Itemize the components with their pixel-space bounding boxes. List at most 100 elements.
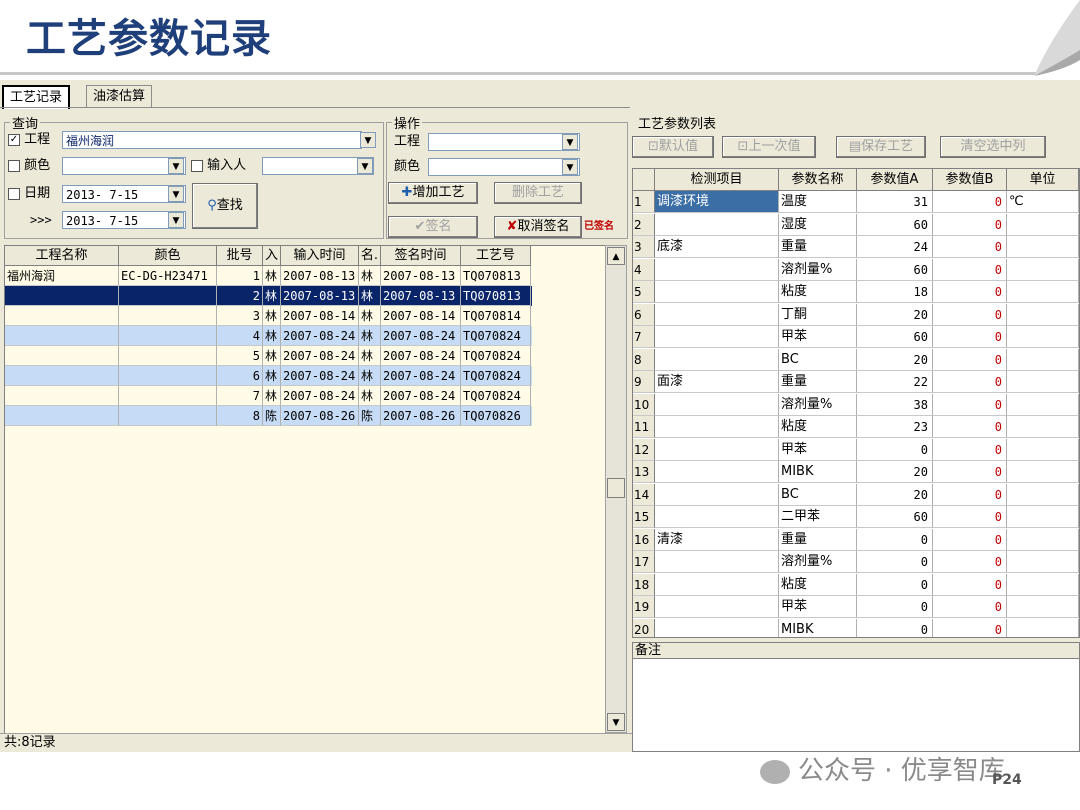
param-cell[interactable] bbox=[655, 213, 779, 236]
param-cell[interactable]: 0 bbox=[933, 483, 1007, 506]
table-row[interactable]: 5 林 2007-08-24 林 2007-08-24 TQ070824 bbox=[5, 346, 532, 366]
param-cell[interactable]: 清漆 bbox=[655, 528, 779, 551]
param-cell[interactable] bbox=[655, 416, 779, 438]
param-cell[interactable] bbox=[655, 393, 779, 416]
param-cell[interactable] bbox=[655, 483, 779, 506]
param-cell[interactable]: 0 bbox=[933, 438, 1007, 461]
param-cell[interactable]: 60 bbox=[857, 506, 933, 528]
param-cell[interactable] bbox=[1007, 303, 1079, 326]
param-cell[interactable] bbox=[1007, 506, 1079, 528]
param-cell[interactable]: BC bbox=[779, 483, 857, 506]
add-process-button[interactable]: ✚增加工艺 bbox=[388, 182, 478, 204]
param-cell[interactable]: 调漆环境 bbox=[655, 191, 779, 213]
param-cell[interactable]: 溶剂量% bbox=[779, 258, 857, 281]
table-row[interactable]: 4 林 2007-08-24 林 2007-08-24 TQ070824 bbox=[5, 326, 532, 346]
param-cell[interactable]: 丁酮 bbox=[779, 303, 857, 326]
param-cell[interactable] bbox=[1007, 213, 1079, 236]
param-cell[interactable]: BC bbox=[779, 348, 857, 371]
param-cell[interactable] bbox=[1007, 528, 1079, 551]
param-cell[interactable] bbox=[655, 618, 779, 637]
param-cell[interactable]: 0 bbox=[933, 213, 1007, 236]
param-cell[interactable] bbox=[655, 258, 779, 281]
param-cell[interactable]: 0 bbox=[933, 573, 1007, 596]
param-col-header[interactable]: 参数名称 bbox=[779, 169, 857, 191]
param-cell[interactable]: 0 bbox=[933, 416, 1007, 438]
param-cell[interactable]: 面漆 bbox=[655, 371, 779, 393]
param-cell[interactable]: 0 bbox=[933, 596, 1007, 618]
param-cell[interactable]: 粘度 bbox=[779, 416, 857, 438]
param-cell[interactable] bbox=[1007, 236, 1079, 258]
previous-value-button[interactable]: ⊡上一次值 bbox=[722, 136, 816, 158]
op-project-input[interactable] bbox=[428, 133, 580, 151]
param-cell[interactable]: ℃ bbox=[1007, 191, 1079, 213]
param-cell[interactable] bbox=[1007, 618, 1079, 637]
save-process-button[interactable]: ▤保存工艺 bbox=[836, 136, 926, 158]
param-cell[interactable]: 0 bbox=[933, 348, 1007, 371]
param-cell[interactable] bbox=[655, 438, 779, 461]
table-row[interactable]: 7 林 2007-08-24 林 2007-08-24 TQ070824 bbox=[5, 386, 532, 406]
param-cell[interactable]: 0 bbox=[933, 506, 1007, 528]
param-cell[interactable]: 0 bbox=[933, 461, 1007, 483]
param-cell[interactable] bbox=[1007, 281, 1079, 303]
param-cell[interactable] bbox=[1007, 483, 1079, 506]
param-cell[interactable]: 粘度 bbox=[779, 281, 857, 303]
param-cell[interactable]: 溶剂量% bbox=[779, 551, 857, 573]
param-cell[interactable]: 0 bbox=[857, 438, 933, 461]
project-input[interactable]: 福州海润 bbox=[62, 131, 362, 149]
param-cell[interactable]: 粘度 bbox=[779, 573, 857, 596]
param-cell[interactable]: 0 bbox=[857, 551, 933, 573]
delete-process-button[interactable]: 删除工艺 bbox=[494, 182, 582, 204]
table-row[interactable]: 3 林 2007-08-14 林 2007-08-14 TQ070814 bbox=[5, 306, 532, 326]
param-cell[interactable]: 重量 bbox=[779, 371, 857, 393]
param-cell[interactable] bbox=[1007, 461, 1079, 483]
tab-paint-estimate[interactable]: 油漆估算 bbox=[86, 85, 153, 108]
param-cell[interactable]: 0 bbox=[857, 528, 933, 551]
param-cell[interactable]: 甲苯 bbox=[779, 596, 857, 618]
param-cell[interactable]: 0 bbox=[933, 236, 1007, 258]
param-cell[interactable]: 温度 bbox=[779, 191, 857, 213]
search-button[interactable]: ⚲查找 bbox=[192, 183, 258, 229]
scroll-thumb[interactable] bbox=[607, 478, 625, 498]
input-person-dropdown-icon[interactable]: ▼ bbox=[357, 158, 373, 174]
record-col-header[interactable]: 名. bbox=[359, 246, 381, 266]
param-cell[interactable] bbox=[1007, 416, 1079, 438]
param-cell[interactable] bbox=[1007, 348, 1079, 371]
param-cell[interactable]: 31 bbox=[857, 191, 933, 213]
param-cell[interactable]: 0 bbox=[933, 191, 1007, 213]
param-cell[interactable] bbox=[655, 348, 779, 371]
scroll-up-icon[interactable]: ▲ bbox=[607, 247, 625, 265]
clear-column-button[interactable]: 清空选中列 bbox=[940, 136, 1046, 158]
param-cell[interactable] bbox=[655, 573, 779, 596]
param-cell[interactable] bbox=[1007, 573, 1079, 596]
param-cell[interactable]: 0 bbox=[933, 551, 1007, 573]
param-cell[interactable]: 0 bbox=[933, 303, 1007, 326]
param-cell[interactable]: 24 bbox=[857, 236, 933, 258]
record-col-header[interactable]: 工程名称 bbox=[5, 246, 119, 266]
record-col-header[interactable]: 颜色 bbox=[119, 246, 217, 266]
sign-button[interactable]: ✔签名 bbox=[388, 216, 478, 238]
param-cell[interactable]: 23 bbox=[857, 416, 933, 438]
op-color-input[interactable] bbox=[428, 158, 580, 176]
param-cell[interactable]: 20 bbox=[857, 303, 933, 326]
param-cell[interactable]: 0 bbox=[857, 618, 933, 637]
param-cell[interactable]: 0 bbox=[933, 528, 1007, 551]
param-cell[interactable]: 甲苯 bbox=[779, 326, 857, 348]
param-cell[interactable] bbox=[655, 303, 779, 326]
param-cell[interactable]: 甲苯 bbox=[779, 438, 857, 461]
param-cell[interactable]: 0 bbox=[933, 281, 1007, 303]
param-cell[interactable]: 20 bbox=[857, 461, 933, 483]
param-cell[interactable]: MIBK bbox=[779, 461, 857, 483]
tab-process-record[interactable]: 工艺记录 bbox=[2, 85, 71, 109]
op-project-dropdown-icon[interactable]: ▼ bbox=[562, 134, 578, 150]
param-cell[interactable]: 0 bbox=[933, 618, 1007, 637]
notes-panel[interactable]: 备注 bbox=[632, 642, 1080, 752]
param-cell[interactable] bbox=[1007, 596, 1079, 618]
date-to-dropdown-icon[interactable]: ▼ bbox=[168, 212, 184, 228]
record-table-scrollbar[interactable]: ▲ ▼ bbox=[605, 245, 627, 733]
param-cell[interactable]: 湿度 bbox=[779, 213, 857, 236]
param-cell[interactable] bbox=[1007, 326, 1079, 348]
param-cell[interactable] bbox=[655, 596, 779, 618]
param-cell[interactable]: 重量 bbox=[779, 528, 857, 551]
param-cell[interactable]: 底漆 bbox=[655, 236, 779, 258]
param-cell[interactable]: 38 bbox=[857, 393, 933, 416]
